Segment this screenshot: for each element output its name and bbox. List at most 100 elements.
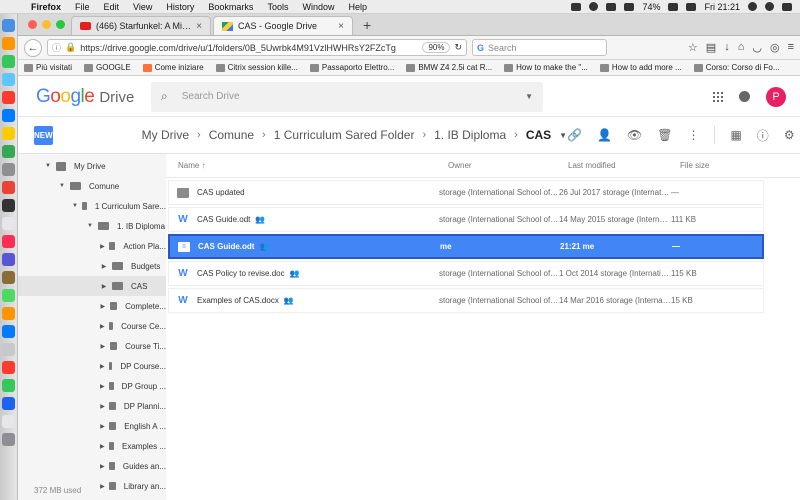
bookmark-star-icon[interactable]: ☆: [688, 41, 698, 54]
battery-icon[interactable]: [668, 2, 679, 11]
close-window-button[interactable]: [28, 19, 37, 29]
dock-app-icon[interactable]: [2, 163, 15, 176]
dock-app-icon[interactable]: [2, 253, 15, 266]
notifications-icon[interactable]: [739, 91, 750, 102]
trash-icon[interactable]: 🗑: [657, 128, 672, 142]
back-button[interactable]: ←: [24, 38, 42, 57]
breadcrumb-curriculum[interactable]: 1 Curriculum Sared Folder: [274, 128, 415, 142]
file-row[interactable]: W CAS Policy to revise.doc 👥 storage (Inter…: [168, 261, 764, 286]
expand-right-icon[interactable]: ▶: [100, 343, 106, 350]
expand-right-icon[interactable]: ▶: [100, 243, 105, 250]
tree-item[interactable]: ▶ English A ...: [18, 416, 166, 436]
drive-search-input[interactable]: ⌕ Search Drive ▼: [151, 81, 543, 112]
expand-right-icon[interactable]: ▶: [100, 283, 108, 290]
bluetooth-icon[interactable]: [624, 2, 635, 11]
bookmark-item[interactable]: Come iniziare: [142, 63, 204, 72]
dock-app-icon[interactable]: [2, 19, 15, 32]
dock-app-icon[interactable]: [2, 145, 15, 158]
browser-search-input[interactable]: G Search: [472, 39, 607, 56]
airplay-icon[interactable]: [571, 2, 582, 11]
search-icon[interactable]: ⌕: [161, 89, 168, 104]
zoom-window-button[interactable]: [56, 19, 65, 29]
dock-app-icon[interactable]: [2, 343, 15, 356]
bookmark-item[interactable]: Corso: Corso di Fo...: [693, 63, 780, 72]
dock-app-icon[interactable]: [2, 289, 15, 302]
minimize-window-button[interactable]: [42, 19, 51, 29]
menu-edit[interactable]: Edit: [97, 2, 127, 12]
sort-arrow-icon[interactable]: ↑: [202, 161, 206, 170]
tree-item[interactable]: ▶ DP Group ...: [18, 376, 166, 396]
file-row[interactable]: W CAS Guide.odt 👥 storage (International Sc…: [168, 207, 764, 232]
new-button[interactable]: NEW: [34, 125, 53, 145]
expand-right-icon[interactable]: ▶: [100, 363, 105, 370]
bookmark-item[interactable]: GOOGLE: [84, 63, 131, 72]
volume-icon[interactable]: [606, 2, 617, 11]
breadcrumb-ib-diploma[interactable]: 1. IB Diploma: [434, 128, 506, 142]
menu-file[interactable]: File: [68, 2, 97, 12]
menu-help[interactable]: Help: [341, 2, 374, 12]
bookmark-item[interactable]: Passaporto Elettro...: [309, 63, 394, 72]
tab-cas-google-drive[interactable]: CAS - Google Drive ×: [213, 16, 353, 35]
menu-firefox[interactable]: Firefox: [24, 2, 68, 12]
spotlight-icon[interactable]: [748, 2, 757, 11]
menu-tools[interactable]: Tools: [260, 2, 295, 12]
more-actions-icon[interactable]: ⋮: [687, 128, 699, 142]
expand-right-icon[interactable]: ▶: [100, 463, 105, 470]
user-icon[interactable]: [765, 2, 774, 11]
breadcrumb-my-drive[interactable]: My Drive: [142, 128, 189, 142]
tree-item[interactable]: ▼ Comune: [18, 176, 166, 196]
bookmark-item[interactable]: How to make the "...: [504, 63, 588, 72]
dock-app-icon[interactable]: [2, 55, 15, 68]
google-drive-logo[interactable]: Google Drive: [18, 86, 148, 108]
tree-item[interactable]: ▶ Complete...: [18, 296, 166, 316]
bookmark-item[interactable]: BMW Z4 2.5i cat R...: [406, 63, 492, 72]
bookmark-item[interactable]: How to add more ...: [599, 63, 682, 72]
tree-item[interactable]: ▶ CAS: [18, 276, 166, 296]
dock-app-icon[interactable]: [2, 397, 15, 410]
expand-right-icon[interactable]: ▶: [100, 403, 105, 410]
link-icon[interactable]: 🔗: [567, 128, 582, 142]
breadcrumb-current-folder[interactable]: CAS: [526, 128, 551, 142]
tree-item[interactable]: ▶ Action Pla...: [18, 236, 166, 256]
grid-view-icon[interactable]: ▦: [730, 128, 741, 142]
tree-item[interactable]: ▼ 1. IB Diploma: [18, 216, 166, 236]
dock-app-icon[interactable]: [2, 379, 15, 392]
pocket-icon[interactable]: ◡: [752, 41, 762, 54]
lock-icon[interactable]: 🔒: [65, 42, 76, 53]
dock-app-icon[interactable]: [2, 91, 15, 104]
menu-history[interactable]: History: [159, 2, 201, 12]
dock-app-icon[interactable]: [2, 271, 15, 284]
home-icon[interactable]: ⌂: [738, 41, 745, 54]
dock-app-icon[interactable]: [2, 307, 15, 320]
dock-app-icon[interactable]: [2, 37, 15, 50]
clock[interactable]: Fri 21:21: [704, 2, 740, 12]
dock-app-icon[interactable]: [2, 181, 15, 194]
menu-icon[interactable]: ≡: [788, 41, 794, 54]
expand-right-icon[interactable]: ▶: [100, 323, 105, 330]
dock-app-icon[interactable]: [2, 235, 15, 248]
tab-youtube[interactable]: (466) Starfunkel: A Mixtape f... ×: [71, 16, 211, 35]
downloads-icon[interactable]: ↓: [724, 41, 730, 54]
search-options-dropdown-icon[interactable]: ▼: [525, 92, 533, 101]
menu-bookmarks[interactable]: Bookmarks: [201, 2, 260, 12]
reading-list-icon[interactable]: ▤: [706, 41, 716, 54]
expand-right-icon[interactable]: ▶: [100, 303, 106, 310]
tree-item[interactable]: ▶ DP Planni...: [18, 396, 166, 416]
dock-app-icon[interactable]: [2, 199, 15, 212]
extension-icon[interactable]: ◎: [770, 41, 780, 54]
menu-view[interactable]: View: [126, 2, 159, 12]
dock-app-icon[interactable]: [2, 415, 15, 428]
chevron-down-icon[interactable]: ▼: [559, 131, 567, 140]
expand-down-icon[interactable]: ▼: [72, 203, 78, 209]
avatar[interactable]: P: [766, 86, 786, 107]
expand-down-icon[interactable]: ▼: [58, 183, 66, 189]
new-tab-button[interactable]: +: [355, 17, 379, 35]
dock-app-icon[interactable]: [2, 109, 15, 122]
bookmark-item[interactable]: Citrix session kille...: [215, 63, 298, 72]
expand-right-icon[interactable]: ▶: [100, 263, 108, 270]
column-owner[interactable]: Owner: [448, 161, 568, 170]
reload-icon[interactable]: ↻: [454, 42, 462, 53]
expand-right-icon[interactable]: ▶: [100, 443, 105, 450]
tree-item[interactable]: ▶ Course Ce...: [18, 316, 166, 336]
tree-item[interactable]: ▶ Examples ...: [18, 436, 166, 456]
